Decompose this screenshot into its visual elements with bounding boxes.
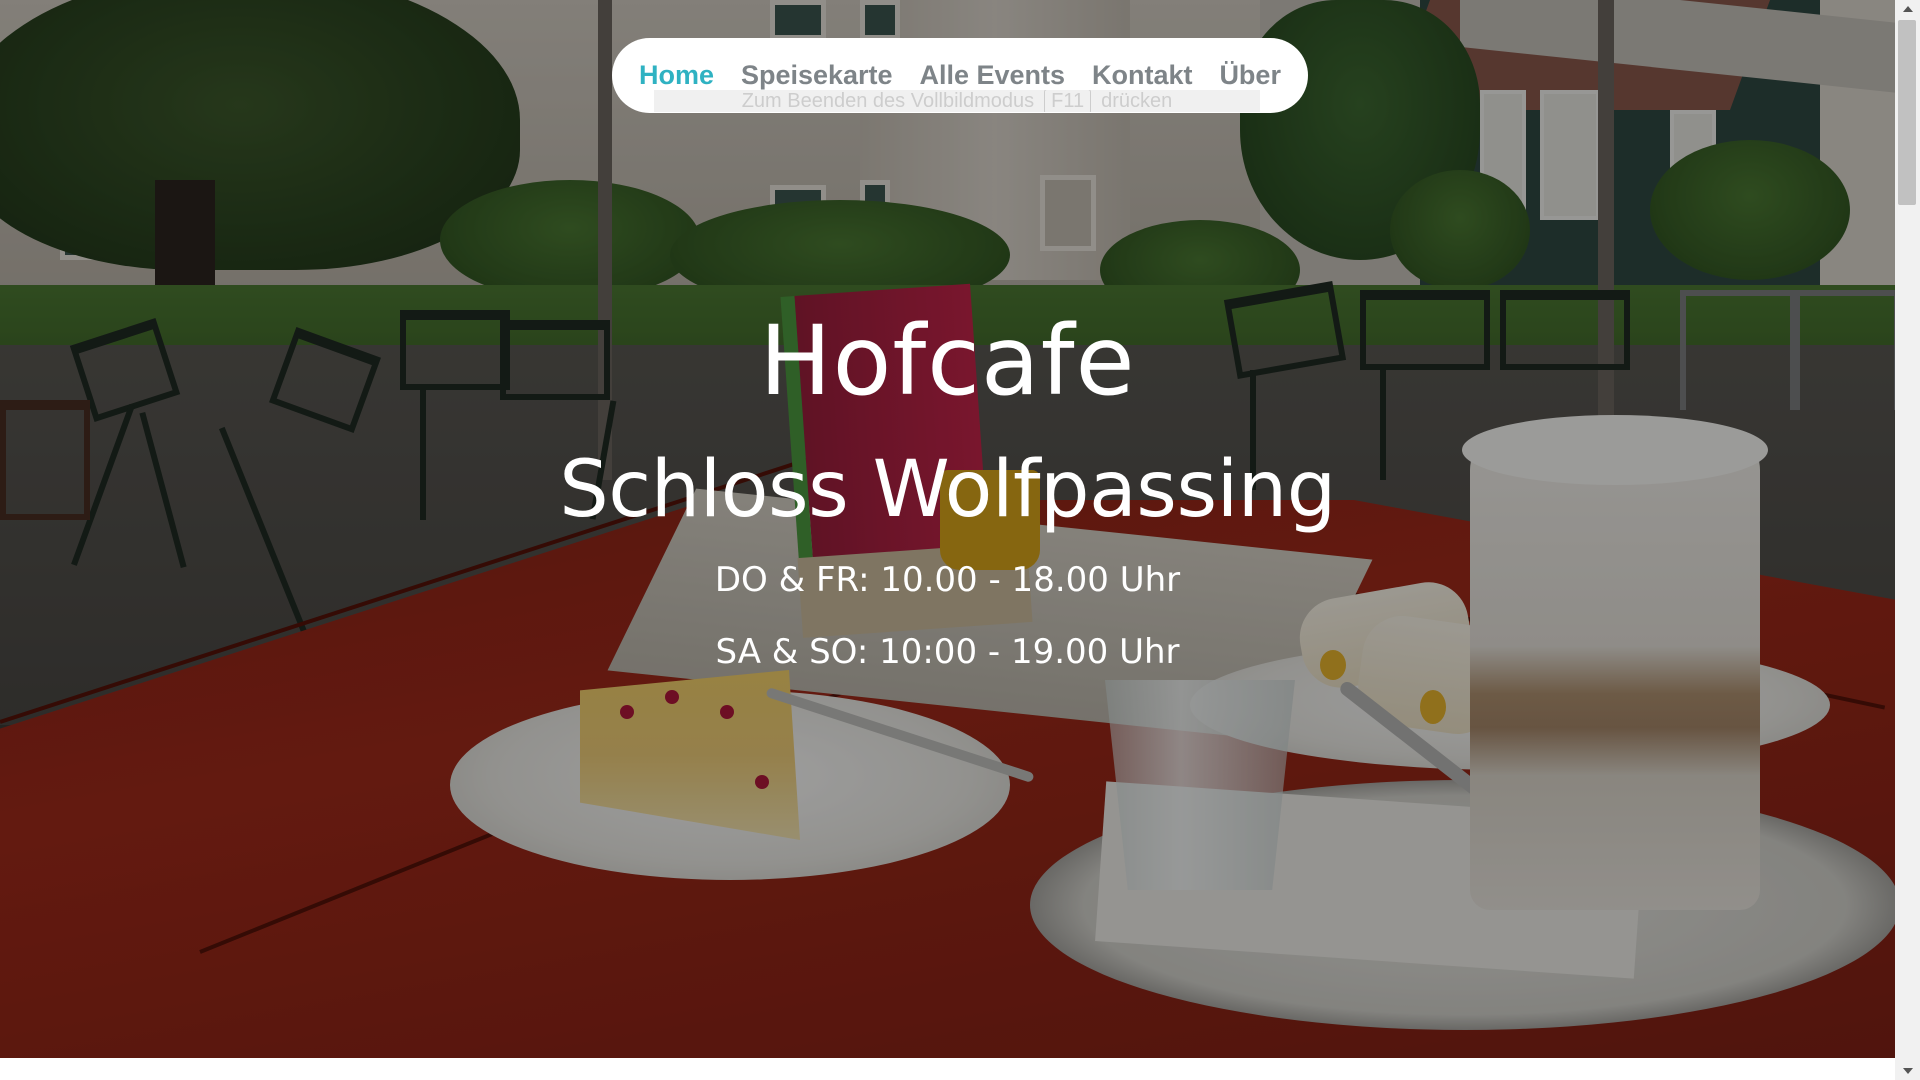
opening-hours-weekday: DO & FR: 10.00 - 18.00 Uhr	[714, 560, 1181, 600]
opening-hours-weekend: SA & SO: 10:00 - 19.00 Uhr	[715, 632, 1180, 672]
hero-section: Hofcafe Schloss Wolfpassing DO & FR: 10.…	[0, 0, 1895, 1058]
fullscreen-exit-hint: Zum Beenden des Vollbildmodus F11 drücke…	[654, 90, 1260, 112]
hero-subtitle: Schloss Wolfpassing	[559, 445, 1336, 535]
scroll-down-arrow-icon[interactable]	[1903, 1068, 1913, 1074]
nav-link-speisekarte[interactable]: Speisekarte	[741, 60, 893, 91]
nav-link-ueber[interactable]: Über	[1219, 60, 1281, 91]
nav-link-alle-events[interactable]: Alle Events	[920, 60, 1066, 91]
fullscreen-hint-text: Zum Beenden des Vollbildmodus	[741, 90, 1035, 112]
nav-link-kontakt[interactable]: Kontakt	[1092, 60, 1193, 91]
scroll-up-arrow-icon[interactable]	[1903, 6, 1913, 12]
page-scrollbar[interactable]	[1895, 0, 1920, 1080]
hero-title: Hofcafe	[759, 305, 1136, 417]
nav-link-home[interactable]: Home	[639, 60, 714, 91]
fullscreen-hint-key: F11	[1044, 90, 1092, 112]
scrollbar-thumb[interactable]	[1898, 20, 1916, 205]
fullscreen-hint-text-after: drücken	[1101, 90, 1173, 112]
